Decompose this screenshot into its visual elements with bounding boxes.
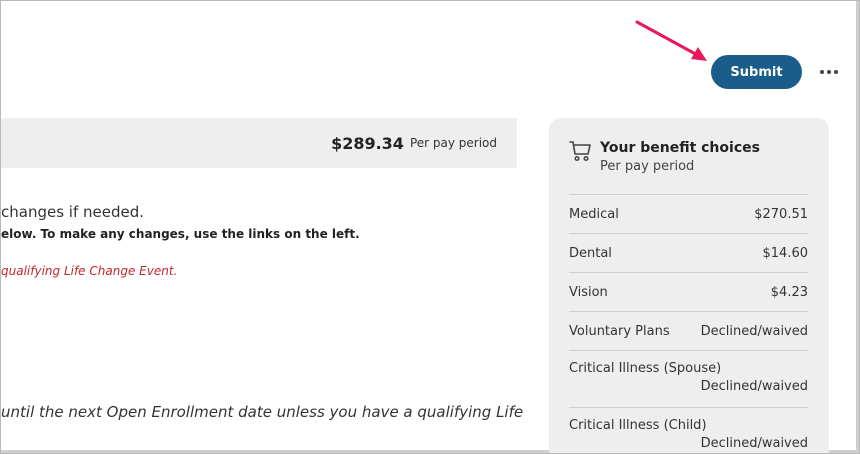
life-event-warning: qualifying Life Change Event. xyxy=(1,264,178,278)
total-amount: $289.34 xyxy=(331,133,404,153)
benefit-row-dental: Dental $14.60 xyxy=(569,234,808,273)
benefit-label: Critical Illness (Spouse) xyxy=(569,361,722,376)
benefit-choices-panel: Your benefit choices Per pay period Medi… xyxy=(549,118,829,453)
benefit-row-medical: Medical $270.51 xyxy=(569,195,808,234)
benefit-choices-header: Your benefit choices Per pay period xyxy=(569,140,809,176)
submit-button[interactable]: Submit xyxy=(711,55,802,89)
more-options-icon[interactable] xyxy=(816,61,842,83)
enrollment-notice-text: until the next Open Enrollment date unle… xyxy=(1,403,524,421)
benefit-row-vision: Vision $4.23 xyxy=(569,273,808,312)
benefit-value: Declined/waived xyxy=(700,323,808,339)
benefit-value: $4.23 xyxy=(770,284,808,300)
total-period-label: Per pay period xyxy=(409,136,497,150)
benefit-choices-subtitle: Per pay period xyxy=(600,159,695,174)
review-instructions-text: changes if needed. xyxy=(1,203,145,221)
benefit-list: Medical $270.51 Dental $14.60 Vision $4.… xyxy=(569,195,808,453)
change-links-instructions: elow. To make any changes, use the links… xyxy=(1,227,360,241)
benefit-row-voluntary-plans: Voluntary Plans Declined/waived xyxy=(569,312,808,351)
benefit-value: Declined/waived xyxy=(700,436,808,451)
benefit-row-critical-illness-child: Critical Illness (Child) Declined/waived xyxy=(569,408,808,453)
benefit-value: $270.51 xyxy=(754,206,808,222)
benefit-choices-title: Your benefit choices xyxy=(600,140,760,156)
total-cost-bar: $289.34 Per pay period xyxy=(1,118,517,168)
benefit-label: Medical xyxy=(569,206,619,222)
shopping-cart-icon xyxy=(569,141,591,162)
benefit-value: Declined/waived xyxy=(700,379,808,394)
annotation-arrow-icon xyxy=(635,20,707,61)
benefit-label: Voluntary Plans xyxy=(569,323,670,339)
benefit-label: Dental xyxy=(569,245,612,261)
benefit-value: $14.60 xyxy=(762,245,809,261)
benefit-label: Vision xyxy=(569,284,608,300)
benefit-label: Critical Illness (Child) xyxy=(569,418,707,433)
benefit-row-critical-illness-spouse: Critical Illness (Spouse) Declined/waive… xyxy=(569,351,808,408)
app-frame: Submit $289.34 Per pay period changes if… xyxy=(0,0,860,454)
